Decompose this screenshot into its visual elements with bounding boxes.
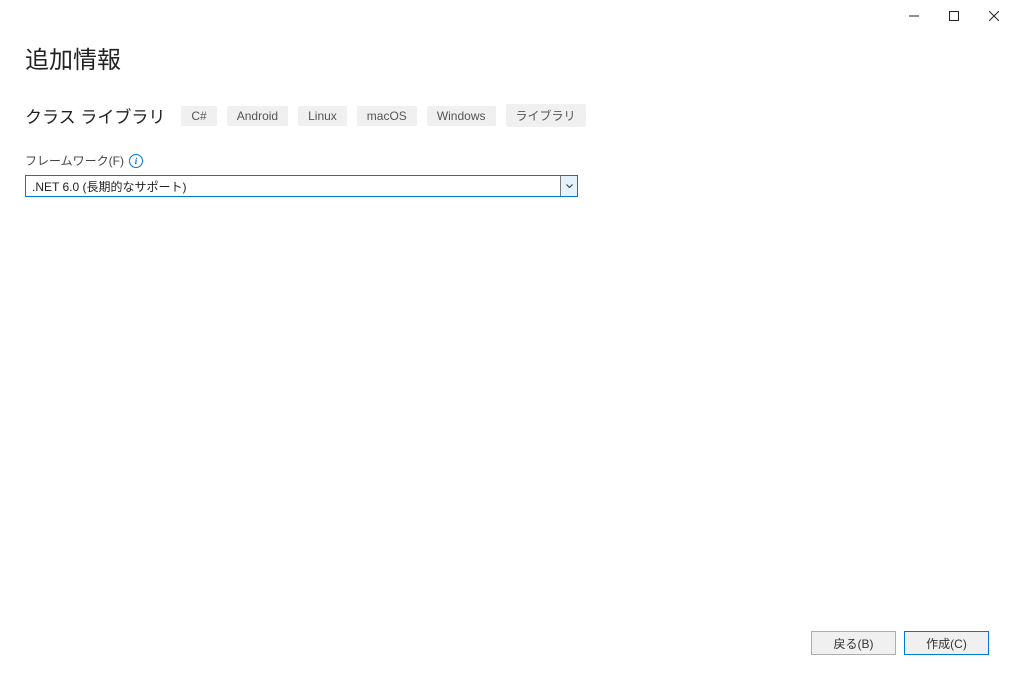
content-area: 追加情報 クラス ライブラリ C# Android Linux macOS Wi… <box>0 30 1014 197</box>
framework-selected-value: .NET 6.0 (長期的なサポート) <box>26 176 561 196</box>
minimize-button[interactable] <box>894 2 934 30</box>
create-button[interactable]: 作成(C) <box>904 631 989 655</box>
maximize-icon <box>949 11 959 21</box>
maximize-button[interactable] <box>934 2 974 30</box>
tag-android: Android <box>227 106 288 126</box>
page-title: 追加情報 <box>25 40 989 75</box>
framework-select[interactable]: .NET 6.0 (長期的なサポート) <box>25 175 578 197</box>
template-subtitle: クラス ライブラリ <box>25 103 165 128</box>
tag-windows: Windows <box>427 106 496 126</box>
minimize-icon <box>909 11 919 21</box>
close-icon <box>989 11 999 21</box>
chevron-down-icon <box>561 176 577 196</box>
framework-label: フレームワーク(F) <box>25 152 124 169</box>
tag-library: ライブラリ <box>506 104 586 127</box>
close-button[interactable] <box>974 2 1014 30</box>
back-button[interactable]: 戻る(B) <box>811 631 896 655</box>
framework-label-row: フレームワーク(F) i <box>25 152 989 169</box>
tag-csharp: C# <box>181 106 216 126</box>
info-icon[interactable]: i <box>129 154 143 168</box>
tag-macos: macOS <box>357 106 417 126</box>
subtitle-row: クラス ライブラリ C# Android Linux macOS Windows… <box>25 103 989 128</box>
tag-linux: Linux <box>298 106 347 126</box>
footer-buttons: 戻る(B) 作成(C) <box>811 631 989 655</box>
titlebar <box>0 0 1014 30</box>
